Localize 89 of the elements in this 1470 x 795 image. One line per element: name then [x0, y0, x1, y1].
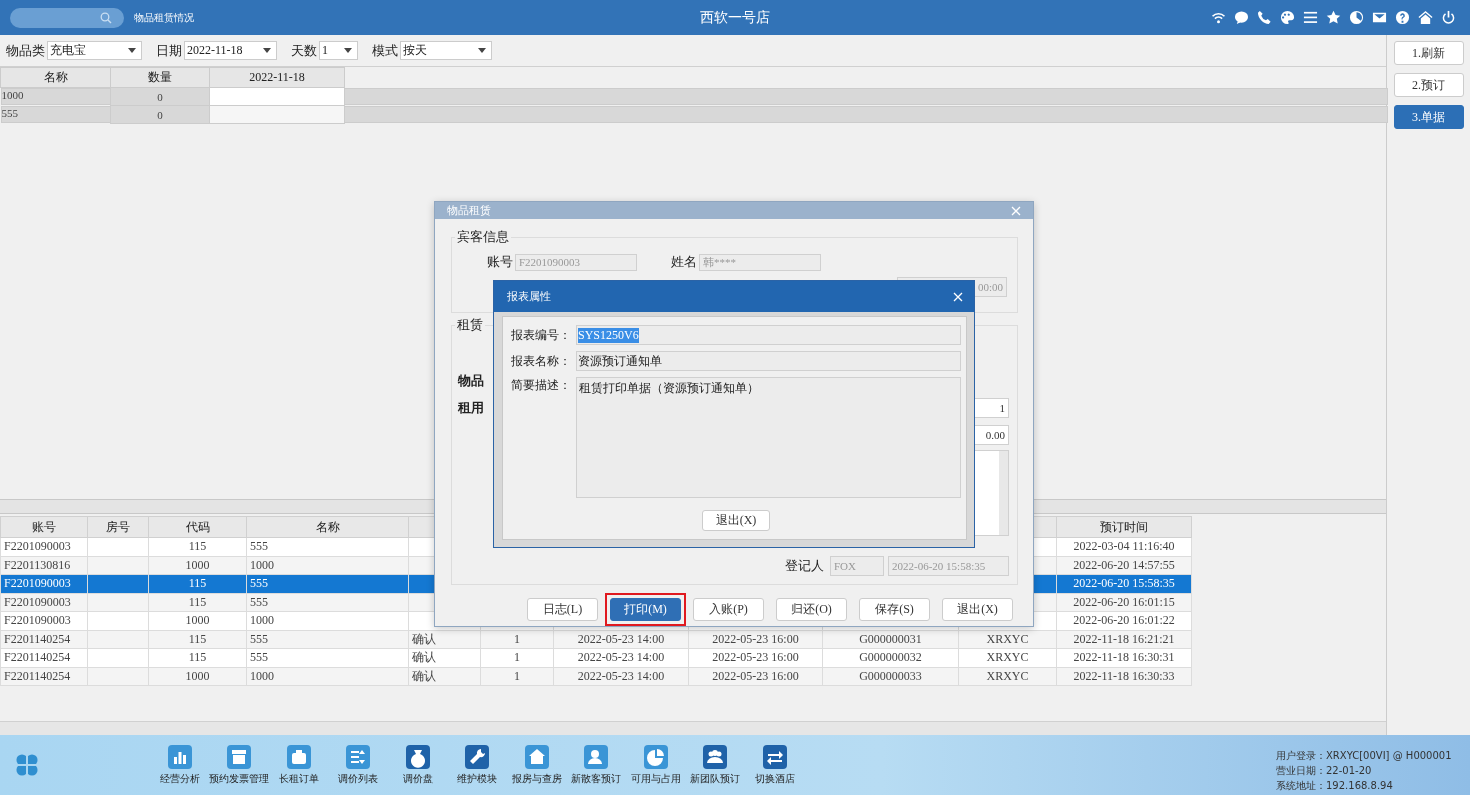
taskbar-label[interactable]: 调价盘 [402, 772, 433, 786]
session-info: 用户登录：XRXYC[00VI] @ H000001 [1276, 749, 1453, 763]
filter-label: 物品类 [6, 41, 45, 60]
briefcase-icon[interactable] [286, 744, 311, 769]
user-icon[interactable] [584, 744, 609, 769]
palette-icon[interactable] [1280, 10, 1295, 25]
caret-icon [478, 48, 486, 53]
field-label: 简要描述： [511, 377, 572, 394]
search-field[interactable] [10, 7, 124, 28]
wrench-icon[interactable] [465, 744, 490, 769]
field-label: 登记人 [785, 557, 824, 575]
column-header: 预订时间 [1056, 516, 1192, 538]
pie-chart-icon[interactable] [643, 744, 668, 769]
field-label: 账号 [487, 253, 513, 271]
chat-icon[interactable] [1234, 10, 1249, 25]
dialog-button[interactable]: 保存(S) [859, 598, 930, 621]
dropdown[interactable]: 2022-11-18 [184, 41, 277, 60]
column-header: 名称 [0, 67, 111, 88]
table-row[interactable]: F2201140254 1000 1000 确认 1 2022-05-23 14:00 2022-05-23 16:00 G000000033 XRXYC 2022-11-18 16:30:33 [0, 667, 1192, 686]
field-label: 报表名称： [511, 352, 572, 370]
dialog-title: 物品租赁 [447, 203, 491, 218]
swap-icon[interactable] [762, 744, 787, 769]
search-icon [100, 11, 112, 24]
bag-icon[interactable] [405, 744, 430, 769]
column-header: 名称 [246, 516, 409, 538]
close-icon[interactable] [953, 291, 963, 302]
dialog-button[interactable]: 打印(M) [610, 598, 681, 621]
table-row[interactable]: F2201140254 115 555 确认 1 2022-05-23 14:00 2022-05-23 16:00 G000000032 XRXYC 2022-11-18 16:30:31 [0, 648, 1192, 667]
caret-icon [263, 48, 271, 53]
side-button[interactable]: 3.单据 [1393, 105, 1464, 129]
dialog-button[interactable]: 归还(O) [776, 598, 847, 621]
taskbar-label[interactable]: 经营分析 [159, 772, 200, 786]
scrollbar[interactable] [0, 721, 1386, 735]
column-header: 房号 [87, 516, 149, 538]
column-header: 代码 [148, 516, 247, 538]
group-title: 宾客信息 [455, 228, 511, 246]
mail-icon[interactable] [1372, 10, 1387, 25]
pie-icon[interactable] [1349, 10, 1364, 25]
field-label: 姓名 [671, 253, 697, 271]
side-button[interactable]: 1.刷新 [1393, 41, 1464, 65]
bar-chart-icon[interactable] [167, 744, 192, 769]
dialog-button[interactable]: 退出(X) [942, 598, 1013, 621]
menu-icon[interactable] [1303, 10, 1318, 25]
taskbar-label[interactable]: 调价列表 [338, 772, 379, 786]
input-field[interactable]: 资源预订通知单 [576, 351, 961, 371]
wifi-icon[interactable] [1211, 10, 1226, 25]
dropdown[interactable]: 充电宝 [47, 41, 142, 60]
caret-icon [344, 48, 352, 53]
session-info: 系统地址：192.168.8.94 [1276, 779, 1394, 793]
taskbar-label[interactable]: 预约发票管理 [209, 772, 270, 786]
taskbar-label[interactable]: 可用与占用 [630, 772, 681, 786]
phone-icon[interactable] [1257, 10, 1272, 25]
column-header: 2022-11-18 [209, 67, 345, 88]
exit-button[interactable]: 退出(X) [702, 510, 770, 531]
taskbar-label[interactable]: 维护模块 [457, 772, 498, 786]
dropdown[interactable]: 按天 [400, 41, 492, 60]
dialog-button[interactable]: 入账(P) [693, 598, 764, 621]
page-title: 物品租赁情况 [134, 10, 194, 25]
group-icon[interactable] [703, 744, 728, 769]
text-area[interactable]: 租赁打印单据（资源预订通知单） [576, 377, 961, 498]
house-icon[interactable] [524, 744, 549, 769]
filter-label: 模式 [372, 41, 398, 60]
caret-icon [128, 48, 136, 53]
column-header: 账号 [0, 516, 88, 538]
taskbar-label[interactable]: 新团队预订 [690, 772, 741, 786]
dialog-title: 报表属性 [507, 289, 551, 304]
taskbar-label[interactable]: 报房与查房 [511, 772, 562, 786]
filter-label: 天数 [291, 41, 317, 60]
power-icon[interactable] [1441, 10, 1456, 25]
filter-label: 日期 [156, 41, 182, 60]
field-label: 租用 [458, 398, 484, 417]
field-label: 报表编号： [511, 326, 572, 344]
side-button[interactable]: 2.预订 [1393, 73, 1464, 97]
taskbar-label[interactable]: 长租订单 [278, 772, 319, 786]
column-header: 数量 [110, 67, 210, 88]
store-name: 西软一号店 [700, 8, 770, 27]
taskbar-label[interactable]: 切换酒店 [754, 772, 795, 786]
group-title: 租赁 [455, 316, 485, 334]
list-icon[interactable] [346, 744, 371, 769]
home-icon[interactable] [1418, 10, 1433, 25]
dialog-button[interactable]: 日志(L) [527, 598, 598, 621]
help-icon[interactable] [1395, 10, 1410, 25]
field-label: 物品 [458, 371, 484, 390]
taskbar-label[interactable]: 新散客预订 [571, 772, 622, 786]
session-info: 营业日期：22-01-20 [1276, 764, 1373, 778]
tray-icon[interactable] [227, 744, 252, 769]
dropdown[interactable]: 1 [319, 41, 358, 60]
table-row[interactable]: F2201140254 115 555 确认 1 2022-05-23 14:00 2022-05-23 16:00 G000000031 XRXYC 2022-11-18 16:21:21 [0, 630, 1192, 649]
star-icon[interactable] [1326, 10, 1341, 25]
